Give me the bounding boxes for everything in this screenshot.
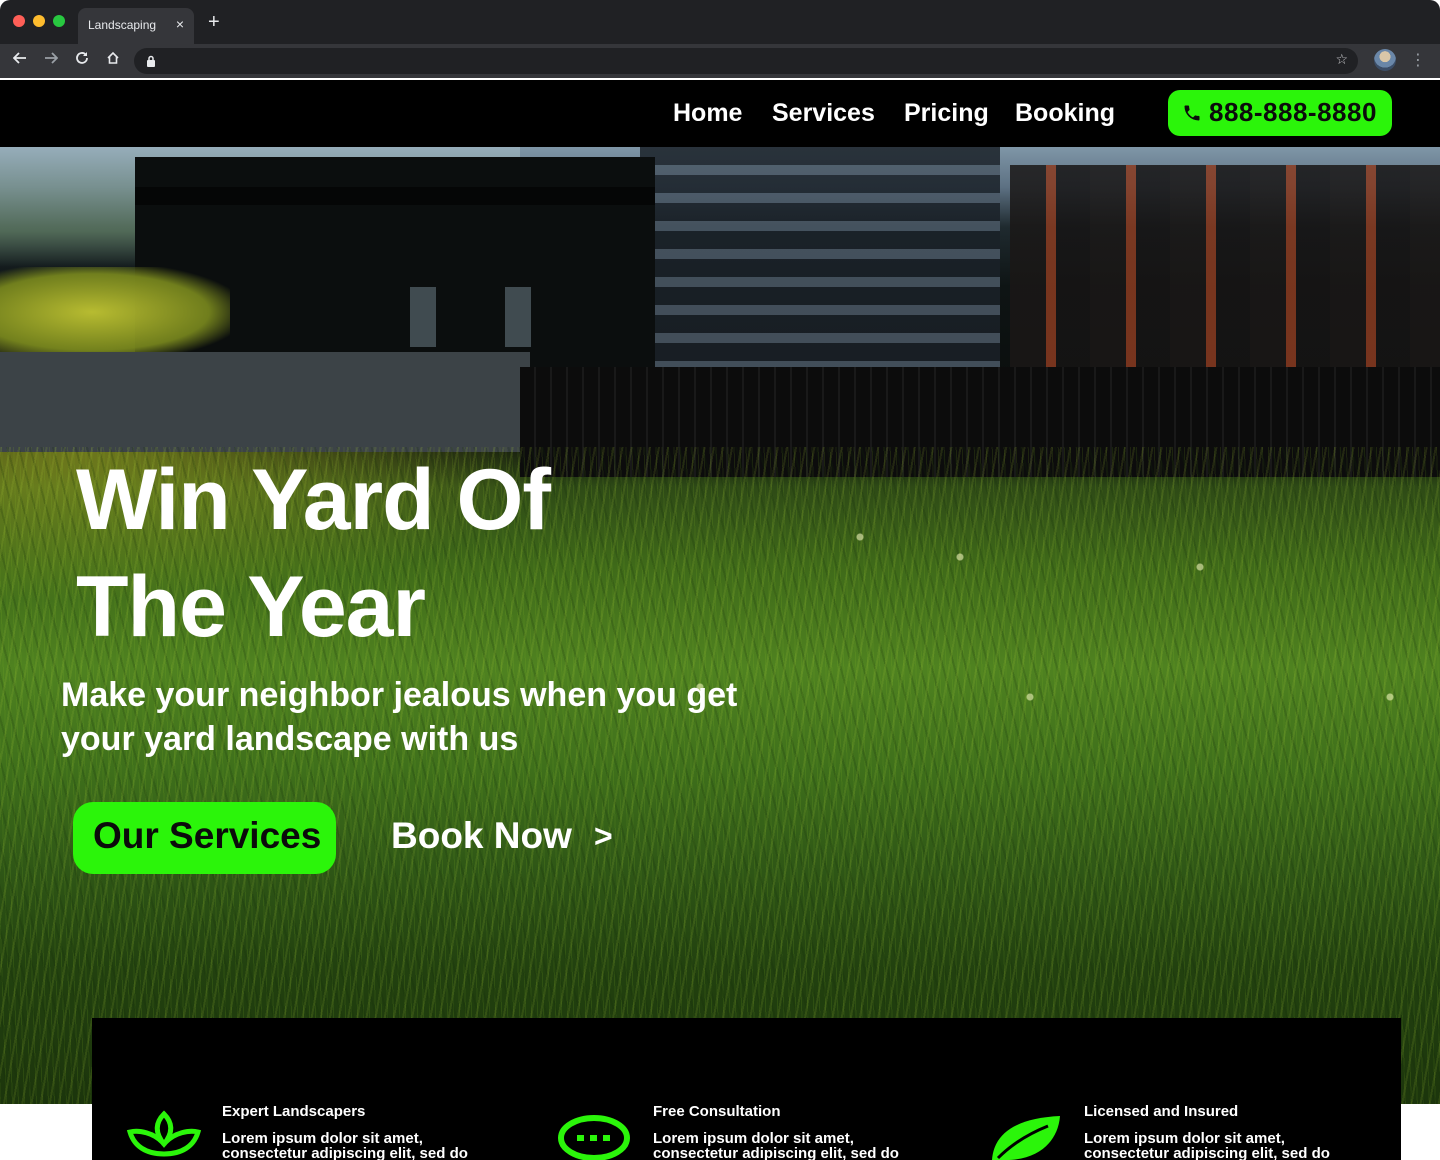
features-panel: Expert Landscapers Lorem ipsum dolor sit… [92,1018,1401,1160]
feature-title: Licensed and Insured [1084,1103,1239,1120]
phone-call-button[interactable]: 888-888-8880 [1168,90,1392,136]
our-services-button[interactable]: Our Services [73,802,336,874]
lock-icon [146,54,156,72]
pavilion-window [410,287,436,347]
back-arrow-icon[interactable] [9,50,31,72]
feature-description: Lorem ipsum dolor sit amet, consectetur … [222,1130,468,1160]
hero-title-line-1: Win Yard Of [76,452,551,548]
leaf-icon [988,1114,1064,1160]
book-now-link[interactable]: Book Now > [391,815,613,863]
home-icon[interactable] [102,50,124,72]
feature-description: Lorem ipsum dolor sit amet, consectetur … [653,1130,899,1160]
hero-title-line-2: The Year [76,559,426,655]
new-tab-icon[interactable]: + [208,12,220,32]
tab-close-icon[interactable]: × [176,16,184,32]
hero-subtitle: Make your neighbor jealous when you get … [61,676,738,758]
maximize-window-button[interactable] [53,15,65,27]
feature-title: Free Consultation [653,1103,781,1120]
phone-number: 888-888-8880 [1209,97,1377,127]
nav-link-booking[interactable]: Booking [1015,99,1115,128]
address-bar[interactable]: ☆ [134,48,1358,74]
our-services-button-label: Our Services [93,815,322,856]
chevron-right-icon: > [594,818,613,854]
profile-avatar[interactable] [1374,49,1396,71]
tab-title: Landscaping [88,18,157,32]
feature-free-consultation: Free Consultation Lorem ipsum dolor sit … [557,1018,957,1160]
browser-tab-active[interactable]: Landscaping × [78,8,194,44]
close-window-button[interactable] [13,15,25,27]
feature-expert-landscapers: Expert Landscapers Lorem ipsum dolor sit… [126,1018,526,1160]
browser-toolbar: ☆ ⋮ [0,44,1440,78]
hero-background-pavilion-roof [135,187,655,205]
browser-window: Landscaping × + ☆ ⋮ Home Services Pricin… [0,0,1440,1160]
nav-link-home[interactable]: Home [673,99,742,128]
book-now-label: Book Now [391,815,572,856]
hero-title: Win Yard Of The Year [76,447,551,661]
browser-tab-bar: Landscaping × + [0,0,1440,44]
hero-background-hedge [0,267,230,357]
feature-title: Expert Landscapers [222,1103,366,1120]
minimize-window-button[interactable] [33,15,45,27]
chat-bubble-icon [557,1112,633,1160]
phone-icon [1182,103,1202,128]
feature-description: Lorem ipsum dolor sit amet, consectetur … [1084,1130,1330,1160]
nav-link-pricing[interactable]: Pricing [904,99,989,128]
feature-licensed-insured: Licensed and Insured Lorem ipsum dolor s… [988,1018,1388,1160]
hero-background-wall [0,352,530,452]
pavilion-window [505,287,531,347]
site-header: Home Services Pricing Booking 888-888-88… [0,80,1440,147]
lotus-icon [126,1110,202,1160]
forward-arrow-icon[interactable] [40,50,62,72]
reload-icon[interactable] [71,50,93,72]
bookmark-star-icon[interactable]: ☆ [1335,51,1348,68]
nav-link-services[interactable]: Services [772,99,875,128]
hero-section: Win Yard Of The Year Make your neighbor … [0,147,1440,1104]
hero-background-building [640,147,1000,387]
browser-menu-icon[interactable]: ⋮ [1410,50,1426,72]
